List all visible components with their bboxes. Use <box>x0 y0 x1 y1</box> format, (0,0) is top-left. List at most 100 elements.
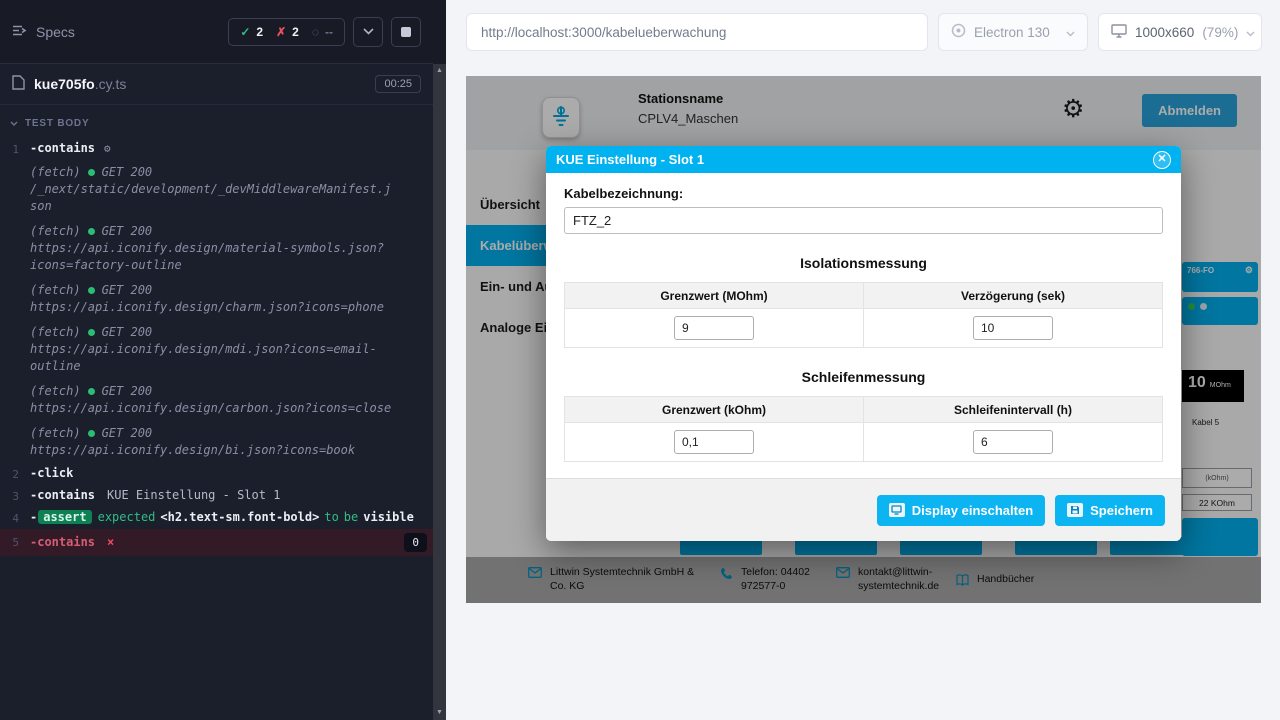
spec-timer: 00:25 <box>375 75 421 93</box>
fetch-url: https://api.iconify.design/charm.json?ic… <box>30 299 427 316</box>
passed-icon: ✓ <box>240 25 250 39</box>
fetch-type: (fetch) <box>30 164 81 181</box>
status-dot-icon <box>88 228 95 235</box>
failed-icon: ✗ <box>276 25 286 39</box>
aut-panel: Electron 130 1000x660 (79%) Stationsnam <box>446 0 1280 720</box>
fetch-log-entry[interactable]: (fetch)GET 200 https://api.iconify.desig… <box>0 421 433 463</box>
retry-count-badge: 0 <box>404 533 427 552</box>
fetch-type: (fetch) <box>30 324 81 341</box>
scroll-up-arrow-icon[interactable]: ▲ <box>433 67 446 74</box>
reporter-scrollbar[interactable]: ▲ ▼ <box>433 0 446 720</box>
command-row[interactable]: 1 -contains⚙ <box>0 138 433 160</box>
chevron-down-icon <box>10 121 18 127</box>
fetch-status: GET 200 <box>102 383 153 400</box>
display-einschalten-button[interactable]: Display einschalten <box>877 495 1045 526</box>
options-gear-icon: ⚙ <box>104 142 111 155</box>
fetch-url: https://api.iconify.design/mdi.json?icon… <box>30 341 427 375</box>
modal-title-bar: KUE Einstellung - Slot 1 ✕ <box>546 146 1181 173</box>
assert-badge: assert <box>38 510 91 524</box>
aut-toolbar: Electron 130 1000x660 (79%) <box>446 0 1280 64</box>
fetch-log-entry[interactable]: (fetch) GET 200 /_next/static/development… <box>0 160 433 219</box>
address-bar <box>466 13 928 51</box>
aut-viewport: Stationsname CPLV4_Maschen ⚙ Abmelden Üb… <box>466 76 1261 603</box>
fetch-status: GET 200 <box>102 282 153 299</box>
schleifenintervall-input[interactable] <box>973 430 1053 454</box>
line-number: 5 <box>0 533 30 551</box>
stop-icon <box>401 27 411 37</box>
collapse-reporter-button[interactable] <box>353 17 383 47</box>
command-row[interactable]: 2 -click <box>0 463 433 485</box>
fetch-log-entry[interactable]: (fetch) GET 200 https://api.iconify.desig… <box>0 320 433 379</box>
failed-count: 2 <box>292 25 299 39</box>
fetch-type: (fetch) <box>30 282 81 299</box>
close-icon[interactable]: ✕ <box>1153 151 1171 169</box>
fetch-status: GET 200 <box>102 164 153 181</box>
grenzwert-kohm-input[interactable] <box>674 430 754 454</box>
viewport-zoom: (79%) <box>1202 25 1238 40</box>
pending-count: -- <box>325 25 333 39</box>
browser-name: Electron 130 <box>974 25 1050 40</box>
column-header: Grenzwert (MOhm) <box>565 283 864 309</box>
line-number: 1 <box>0 140 30 158</box>
schleifenmessung-table: Grenzwert (kOhm) Schleifenintervall (h) <box>564 396 1163 462</box>
status-dot-icon <box>88 169 95 176</box>
fetch-status: GET 200 <box>102 324 153 341</box>
schleifenmessung-heading: Schleifenmessung <box>564 369 1163 385</box>
stop-tests-button[interactable] <box>391 17 421 47</box>
isolationsmessung-table: Grenzwert (MOhm) Verzögerung (sek) <box>564 282 1163 348</box>
speichern-button[interactable]: Speichern <box>1055 495 1165 526</box>
command-row[interactable]: 3 -containsKUE Einstellung - Slot 1 <box>0 485 433 507</box>
fetch-log-entry[interactable]: (fetch)GET 200 https://api.iconify.desig… <box>0 219 433 278</box>
kabelbezeichnung-label: Kabelbezeichnung: <box>564 186 1163 201</box>
specs-label: Specs <box>36 24 75 40</box>
url-input[interactable] <box>479 24 915 41</box>
browser-selector[interactable]: Electron 130 <box>938 13 1088 51</box>
fetch-url: /_next/static/development/_devMiddleware… <box>30 181 427 215</box>
column-header: Grenzwert (kOhm) <box>565 397 864 423</box>
cypress-reporter: Specs ✓ 2 ✗ 2 ◌ -- kue705fo.cy.ts 00:25 TES… <box>0 0 433 720</box>
column-header: Schleifenintervall (h) <box>864 397 1163 423</box>
kue-settings-modal: KUE Einstellung - Slot 1 ✕ Kabelbezeichn… <box>546 146 1181 541</box>
spec-file-row[interactable]: kue705fo.cy.ts 00:25 <box>0 64 433 105</box>
fetch-url: https://api.iconify.design/carbon.json?i… <box>30 400 427 417</box>
viewport-size: 1000x660 <box>1135 25 1194 40</box>
fetch-url: https://api.iconify.design/material-symb… <box>30 240 427 274</box>
specs-menu-button[interactable]: Specs <box>12 24 75 40</box>
assert-target: <h2.text-sm.font-bold> <box>160 510 319 524</box>
isolationsmessung-heading: Isolationsmessung <box>564 255 1163 271</box>
fetch-status: GET 200 <box>102 425 153 442</box>
command-log: 1 -contains⚙ (fetch) GET 200 /_next/stati… <box>0 136 433 720</box>
modal-title: KUE Einstellung - Slot 1 <box>556 152 704 167</box>
fetch-status: GET 200 <box>102 223 153 240</box>
test-body-toggle[interactable]: TEST BODY <box>0 105 433 136</box>
grenzwert-mohm-input[interactable] <box>674 316 754 340</box>
pending-icon: ◌ <box>312 25 319 39</box>
line-number: 3 <box>0 487 30 505</box>
status-dot-icon <box>88 329 95 336</box>
chevron-down-icon <box>1246 25 1255 40</box>
verzoegerung-sek-input[interactable] <box>973 316 1053 340</box>
test-stats: ✓ 2 ✗ 2 ◌ -- <box>228 18 345 46</box>
command-row-assert[interactable]: 4 -assertexpected<h2.text-sm.font-bold>t… <box>0 507 433 529</box>
scroll-down-arrow-icon[interactable]: ▼ <box>433 709 446 716</box>
command-row-failed[interactable]: 5 -contains × 0 <box>0 529 433 556</box>
modal-footer: Display einschalten Speichern <box>546 478 1181 541</box>
status-dot-icon <box>88 388 95 395</box>
viewport-selector[interactable]: 1000x660 (79%) <box>1098 13 1262 51</box>
command-argument: KUE Einstellung - Slot 1 <box>107 488 280 502</box>
fetch-type: (fetch) <box>30 383 81 400</box>
fetch-log-entry[interactable]: (fetch) GET 200 https://api.iconify.desig… <box>0 278 433 320</box>
fail-x-icon: × <box>107 534 114 551</box>
status-dot-icon <box>88 430 95 437</box>
line-number: 2 <box>0 465 30 483</box>
fetch-log-entry[interactable]: (fetch) GET 200 https://api.iconify.desig… <box>0 379 433 421</box>
reporter-header: Specs ✓ 2 ✗ 2 ◌ -- <box>0 0 433 64</box>
modal-body: Kabelbezeichnung: Isolationsmessung Gren… <box>546 173 1181 478</box>
spec-file-icon <box>12 75 25 93</box>
column-header: Verzögerung (sek) <box>864 283 1163 309</box>
specs-list-icon <box>12 24 27 40</box>
kabelbezeichnung-input[interactable] <box>564 207 1163 234</box>
fetch-type: (fetch) <box>30 425 81 442</box>
passed-count: 2 <box>256 25 263 39</box>
status-dot-icon <box>88 287 95 294</box>
